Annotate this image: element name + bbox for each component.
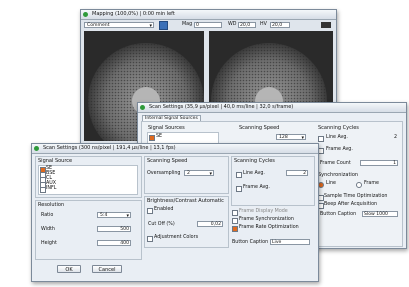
frame-rate-opt-checkbox[interactable] — [232, 226, 238, 232]
mag-field[interactable]: 0 — [194, 22, 222, 28]
beep-label: Beep After Acquisition — [324, 202, 378, 207]
cutoff-field[interactable]: 0,02 — [197, 221, 223, 227]
width-field[interactable]: 500 — [97, 226, 131, 232]
scan-back-title: Scan Settings (35,9 µs/pixel | 40,0 ms/l… — [149, 104, 294, 110]
frame-count-label: Frame Count — [320, 161, 351, 166]
cancel-button[interactable]: Cancel — [92, 265, 122, 273]
speed-select[interactable]: 128 — [276, 134, 306, 141]
scanning-cycles-label: Scanning Cycles — [234, 158, 275, 164]
button-caption-field[interactable]: Live — [270, 239, 310, 245]
wd-label: WD — [228, 22, 237, 27]
frame-avg-label: Frame Avg. — [326, 147, 353, 152]
front-line-avg-field[interactable]: 2 — [286, 170, 308, 176]
edit-icon[interactable] — [159, 21, 168, 30]
width-label: Width — [41, 227, 55, 232]
scanning-speed-label: Scanning Speed — [147, 158, 188, 164]
hv-label: HV — [260, 22, 267, 27]
frame-display-mode-checkbox[interactable] — [232, 210, 238, 216]
frame-count-field[interactable]: 1 — [360, 160, 398, 166]
frame-display-mode-label: Frame Display Mode — [239, 209, 288, 214]
signal-sources-label: Signal Sources — [148, 125, 185, 131]
height-label: Height — [41, 241, 57, 246]
mapping-title: Mapping (100,0%) | 0:00 min left — [92, 11, 175, 17]
synchronization-label: Synchronization — [318, 172, 359, 178]
ratio-select[interactable]: 5:4 — [97, 212, 131, 219]
ok-button[interactable]: OK — [57, 265, 81, 273]
line-avg-value: 2 — [394, 135, 398, 140]
frame-sync-label: Frame — [364, 181, 379, 186]
app-icon — [34, 146, 39, 151]
comment-select[interactable]: Comment — [84, 22, 154, 29]
front-frame-avg-label: Frame Avg. — [243, 185, 270, 190]
app-icon — [83, 12, 88, 17]
line-sync-label: Line — [326, 181, 336, 186]
scanning-cycles-label: Scanning Cycles — [318, 125, 359, 131]
button-caption-field-back[interactable]: Slow 1000 — [362, 211, 398, 217]
signal-source-label: Signal Source — [38, 158, 73, 164]
scanning-speed-label: Scanning Speed — [239, 125, 280, 131]
front-line-avg-label: Line Avg. — [243, 171, 265, 176]
button-caption-label: Button Caption — [232, 240, 269, 245]
frame-sync-label: Frame Synchronization — [239, 217, 294, 222]
cutoff-label: Cut Off (%) — [148, 222, 175, 227]
ratio-label: Ratio — [41, 213, 54, 218]
button-caption-label-back: Button Caption — [320, 212, 357, 217]
line-avg-label: Line Avg. — [326, 135, 348, 140]
wd-field[interactable]: 20,0 — [238, 22, 256, 28]
mag-label: Mag — [182, 22, 193, 27]
frame-rate-opt-label: Frame Rate Optimization — [239, 225, 299, 230]
app-icon — [140, 105, 145, 110]
grid-icon[interactable] — [321, 22, 331, 28]
adjustment-colors-checkbox[interactable] — [147, 236, 153, 242]
enabled-label: Enabled — [154, 207, 174, 212]
se-label: SE — [156, 134, 163, 139]
adjustment-colors-label: Adjustment Colors — [154, 235, 199, 240]
line-avg-checkbox[interactable] — [318, 136, 324, 142]
scan-front-titlebar: Scan Settings (300 ns/pixel | 191,4 µs/l… — [32, 144, 318, 154]
front-frame-avg-checkbox[interactable] — [236, 186, 242, 192]
enabled-checkbox[interactable] — [147, 208, 153, 214]
height-field[interactable]: 400 — [97, 240, 131, 246]
sample-time-label: Sample Time Optimization — [324, 194, 388, 199]
oversampling-label: Oversampling — [147, 171, 181, 176]
scan-front-title: Scan Settings (300 ns/pixel | 191,4 µs/l… — [43, 145, 176, 151]
source-infl-label: INFL — [46, 186, 57, 191]
se-checkbox[interactable] — [149, 135, 155, 141]
frame-sync-radio[interactable] — [356, 182, 362, 188]
scan-back-titlebar: Scan Settings (35,9 µs/pixel | 40,0 ms/l… — [138, 103, 406, 113]
resolution-label: Resolution — [38, 202, 65, 208]
mapping-titlebar: Mapping (100,0%) | 0:00 min left — [81, 10, 336, 20]
oversampling-select[interactable]: 2 — [184, 170, 214, 177]
scan-settings-front: Scan Settings (300 ns/pixel | 191,4 µs/l… — [31, 143, 319, 282]
frame-sync-checkbox[interactable] — [232, 218, 238, 224]
brightness-label: Brightness/Contrast Automatic — [147, 198, 224, 204]
hv-field[interactable]: 20,0 — [270, 22, 290, 28]
front-line-avg-checkbox[interactable] — [236, 172, 242, 178]
